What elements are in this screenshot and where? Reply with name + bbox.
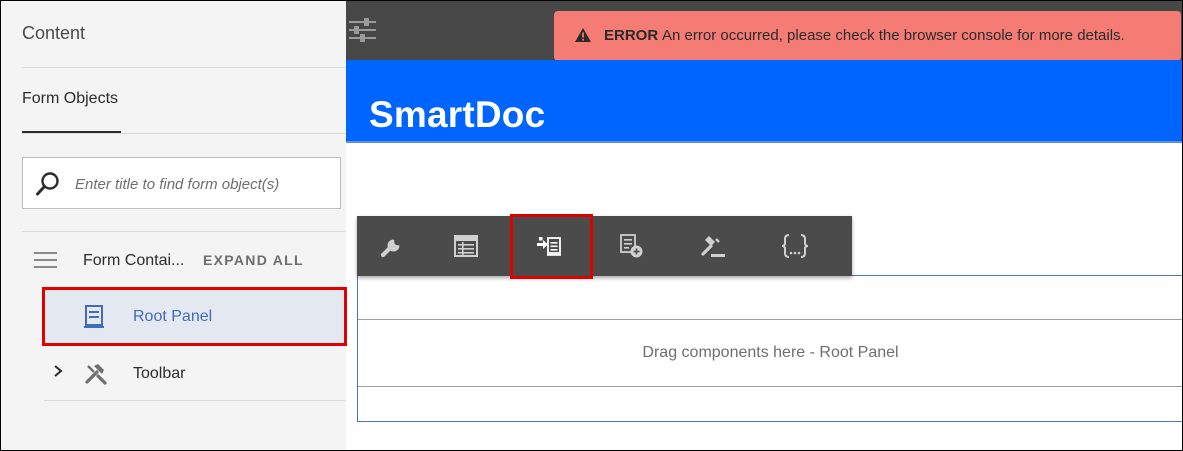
drop-zone-text: Drag components here - Root Panel <box>642 344 899 361</box>
gavel-rules-icon <box>701 236 725 257</box>
code-button[interactable] <box>759 216 831 276</box>
tree-root-label[interactable]: Form Contai... <box>83 252 184 270</box>
highlight-root-panel <box>42 287 347 346</box>
component-toolbar <box>357 216 852 276</box>
add-form-item-icon <box>620 234 643 258</box>
panel-title: Content <box>22 23 86 43</box>
content-panel: Content Form Objects Form Contai... EXPA… <box>1 1 346 450</box>
expand-all-button[interactable]: EXPAND ALL <box>203 252 304 268</box>
table-list-icon <box>454 235 478 257</box>
highlight-insert-button <box>510 214 593 279</box>
error-toast[interactable]: ERROR An error occurred, please check th… <box>554 11 1181 61</box>
header-border <box>346 141 1182 143</box>
tree-item-toolbar[interactable]: Toolbar <box>44 346 346 403</box>
panel-layout-button[interactable] <box>430 216 502 276</box>
error-label: ERROR <box>604 27 659 44</box>
tree-item-label: Toolbar <box>133 365 186 382</box>
divider <box>22 67 346 68</box>
divider <box>44 400 346 401</box>
search-input[interactable] <box>75 172 333 196</box>
root-panel-container[interactable]: Drag components here - Root Panel <box>357 275 1183 422</box>
rules-button[interactable] <box>677 216 749 276</box>
error-message: An error occurred, please check the brow… <box>662 27 1125 44</box>
divider <box>22 133 346 134</box>
search-box[interactable] <box>22 157 341 209</box>
divider <box>22 231 346 232</box>
drop-zone[interactable]: Drag components here - Root Panel <box>358 319 1183 387</box>
wrench-icon <box>380 239 400 258</box>
configure-button[interactable] <box>357 216 429 276</box>
form-header[interactable]: SmartDoc <box>346 60 1182 142</box>
list-view-icon[interactable] <box>34 251 58 269</box>
properties-sliders-icon[interactable] <box>349 17 377 43</box>
add-form-item-button[interactable] <box>595 216 667 276</box>
warning-icon <box>575 28 591 42</box>
form-title: SmartDoc <box>369 94 546 135</box>
toolbar-tools-icon <box>85 364 107 385</box>
tab-form-objects[interactable]: Form Objects <box>22 90 118 108</box>
search-icon <box>36 172 59 196</box>
curly-braces-icon <box>781 234 809 258</box>
